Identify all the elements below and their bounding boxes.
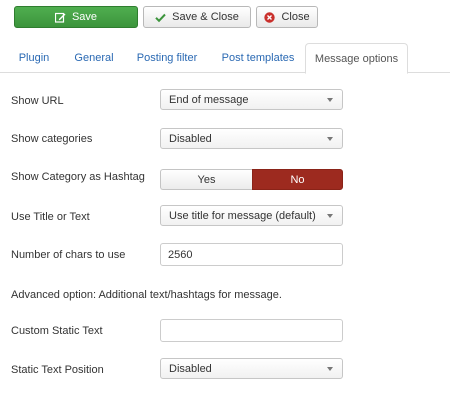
title-or-text-label: Use Title or Text bbox=[11, 211, 90, 223]
static-text-position-select[interactable]: Disabled bbox=[160, 358, 343, 379]
close-button[interactable]: Close bbox=[256, 6, 318, 28]
show-url-label: Show URL bbox=[11, 95, 64, 107]
tab-general[interactable]: General bbox=[66, 43, 122, 73]
custom-static-text-label: Custom Static Text bbox=[11, 325, 103, 337]
save-label: Save bbox=[71, 11, 98, 23]
custom-static-text-input[interactable] bbox=[160, 319, 343, 342]
chevron-down-icon bbox=[327, 137, 333, 141]
show-categories-value: Disabled bbox=[169, 132, 212, 145]
static-text-position-label: Static Text Position bbox=[11, 364, 104, 376]
show-categories-label: Show categories bbox=[11, 133, 93, 145]
save-close-label: Save & Close bbox=[172, 11, 239, 23]
category-hashtag-label: Show Category as Hashtag bbox=[11, 171, 145, 183]
num-chars-label: Number of chars to use bbox=[11, 249, 126, 261]
tab-bar: Plugin General Posting filter Post templ… bbox=[0, 43, 450, 74]
tab-post-templates[interactable]: Post templates bbox=[212, 43, 304, 73]
show-categories-select[interactable]: Disabled bbox=[160, 128, 343, 149]
num-chars-value: 2560 bbox=[168, 248, 193, 261]
save-close-button[interactable]: Save & Close bbox=[143, 6, 251, 28]
yes-option[interactable]: Yes bbox=[160, 169, 252, 190]
show-url-value: End of message bbox=[169, 93, 249, 106]
chevron-down-icon bbox=[327, 367, 333, 371]
static-text-position-value: Disabled bbox=[169, 362, 212, 375]
num-chars-input[interactable]: 2560 bbox=[160, 243, 343, 266]
show-url-select[interactable]: End of message bbox=[160, 89, 343, 110]
tab-posting-filter[interactable]: Posting filter bbox=[128, 43, 206, 73]
close-label: Close bbox=[281, 11, 310, 23]
save-button[interactable]: Save bbox=[14, 6, 138, 28]
no-option[interactable]: No bbox=[252, 169, 343, 190]
checkmark-icon bbox=[155, 12, 166, 23]
chevron-down-icon bbox=[327, 98, 333, 102]
tab-plugin[interactable]: Plugin bbox=[8, 43, 60, 73]
title-or-text-value: Use title for message (default) bbox=[169, 209, 316, 222]
tab-message-options[interactable]: Message options bbox=[305, 43, 408, 74]
advanced-option-note: Advanced option: Additional text/hashtag… bbox=[11, 289, 282, 301]
category-hashtag-toggle: Yes No bbox=[160, 169, 343, 190]
cancel-icon bbox=[264, 11, 276, 23]
title-or-text-select[interactable]: Use title for message (default) bbox=[160, 205, 343, 226]
chevron-down-icon bbox=[327, 214, 333, 218]
edit-icon bbox=[54, 12, 66, 23]
